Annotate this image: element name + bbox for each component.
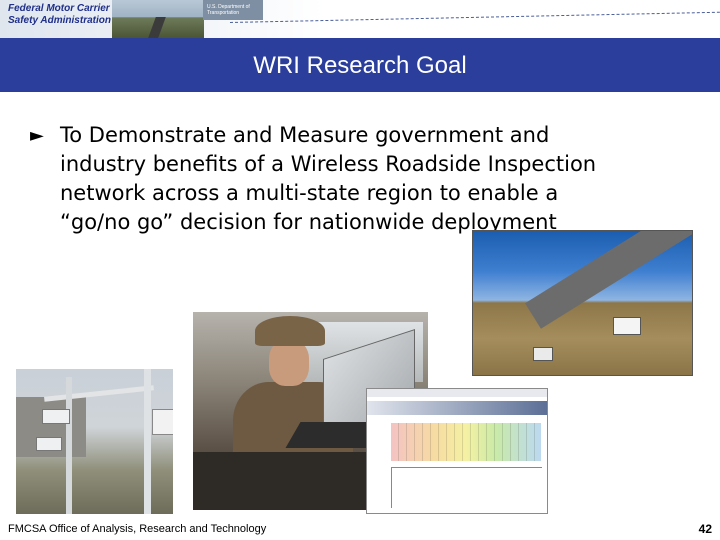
sensor-arm: [44, 385, 154, 402]
app-tree-lines: [391, 467, 542, 508]
page-number: 42: [698, 522, 712, 536]
slide-title: WRI Research Goal: [253, 52, 467, 79]
agency-name-line2: Safety Administration: [8, 15, 111, 26]
sensor-pole: [66, 377, 72, 514]
agency-logo-text: Federal Motor Carrier Safety Administrat…: [8, 3, 111, 27]
sensor-box: [152, 409, 173, 435]
bullet-line-2: industry benefits of a Wireless Roadside…: [60, 152, 597, 176]
bullet-line-3: network across a multi-state region to e…: [60, 181, 559, 205]
app-banner: [367, 401, 547, 415]
truck-far-icon: [533, 347, 553, 361]
road-lane: [148, 17, 166, 38]
bullet-line-1: To Demonstrate and Measure government an…: [60, 123, 550, 147]
sensor-camera-lower-icon: [36, 437, 62, 451]
header-road-photo: [112, 0, 204, 38]
header-banner: Federal Motor Carrier Safety Administrat…: [0, 0, 720, 38]
app-color-grid: [391, 423, 541, 461]
officer-head: [269, 340, 309, 386]
inspection-software-screenshot: [366, 388, 548, 514]
bullet-point: ► To Demonstrate and Measure government …: [30, 121, 710, 237]
slide-header: Federal Motor Carrier Safety Administrat…: [0, 0, 720, 92]
sensor-pole-right: [144, 369, 151, 514]
footer-office-name: FMCSA Office of Analysis, Research and T…: [8, 523, 267, 535]
officer-hat: [255, 316, 325, 346]
dot-line2: Transportation: [207, 10, 240, 16]
highway-road: [525, 231, 692, 329]
sensor-camera-icon: [42, 409, 70, 424]
roadside-sensor-photo: [16, 369, 173, 514]
agency-name-line1: Federal Motor Carrier: [8, 3, 110, 14]
title-bar: WRI Research Goal: [0, 38, 720, 92]
bullet-arrow-icon: ►: [30, 125, 44, 146]
truck-icon: [613, 317, 641, 335]
dot-logo-text: U.S. Department of Transportation: [207, 4, 250, 16]
highway-truck-photo: [472, 230, 693, 376]
header-dashed-line: [229, 11, 720, 23]
app-menu-bar: [367, 389, 547, 397]
